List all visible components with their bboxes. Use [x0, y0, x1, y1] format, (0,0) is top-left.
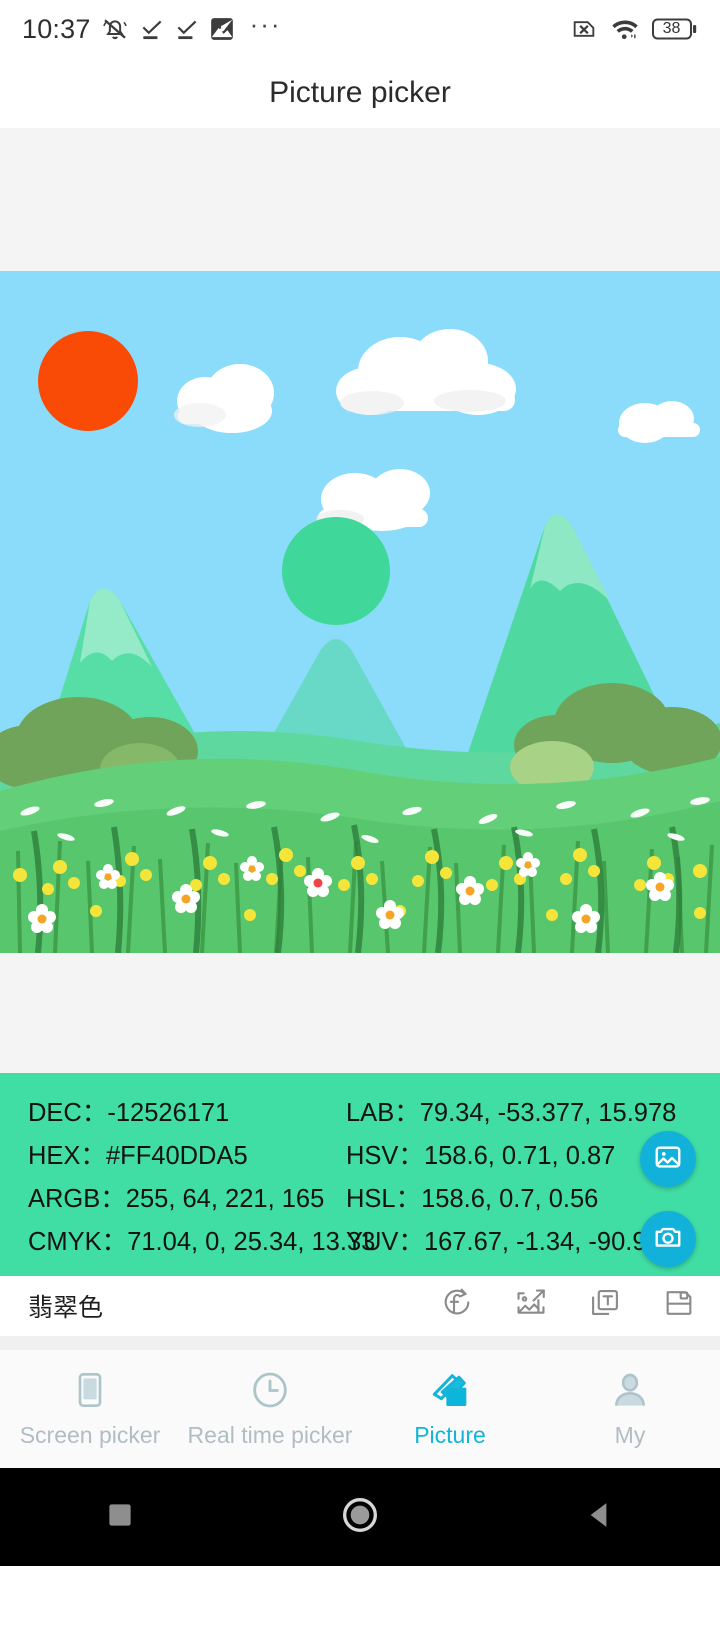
convert-color-button[interactable]	[438, 1287, 476, 1325]
camera-fab[interactable]	[640, 1211, 696, 1267]
tab-label-picture: Picture	[414, 1421, 486, 1448]
bell-mute-icon	[100, 14, 130, 44]
image-stage[interactable]	[0, 128, 720, 1073]
action-bar: 翡翠色	[0, 1276, 720, 1336]
color-field-lab: LAB： 79.34, -53.377, 15.978	[340, 1092, 676, 1129]
tab-my[interactable]: My	[540, 1350, 720, 1468]
tab-label-screen-picker: Screen picker	[19, 1421, 161, 1448]
image-export-icon	[514, 1286, 548, 1325]
hex-value: #FF40DDA5	[105, 1141, 248, 1170]
color-field-hsv: HSV： 158.6, 0.71, 0.87	[340, 1135, 615, 1172]
hex-label: HEX：	[28, 1141, 106, 1170]
tab-picture[interactable]: Picture	[360, 1350, 540, 1468]
phone-screen-icon	[70, 1370, 110, 1415]
check-underline-icon	[139, 16, 165, 42]
person-icon	[610, 1370, 650, 1415]
page-title: Picture picker	[269, 76, 451, 109]
hsv-label: HSV：	[346, 1141, 424, 1170]
wifi-icon	[610, 14, 640, 44]
color-field-argb: ARGB： 255, 64, 221, 165	[0, 1178, 340, 1215]
color-field-hsl: HSL： 158.6, 0.7, 0.56	[340, 1178, 598, 1215]
check-underline-icon	[174, 16, 200, 42]
no-sim-icon	[570, 15, 598, 43]
system-navigation-bar	[0, 1468, 720, 1566]
dec-value: -12526171	[107, 1098, 230, 1127]
back-button[interactable]	[540, 1498, 660, 1537]
hsv-value: 158.6, 0.71, 0.87	[423, 1141, 616, 1170]
color-info-panel: DEC： -12526171 LAB： 79.34, -53.377, 15.9…	[0, 1073, 720, 1276]
color-field-yuv: YUV： 167.67, -1.34, -90.95	[340, 1221, 661, 1258]
status-bar-left: 10:37 ···	[22, 11, 282, 47]
status-clock: 10:37	[22, 13, 91, 44]
cmyk-label: CMYK：	[28, 1227, 128, 1256]
cmyk-value: 71.04, 0, 25.34, 13.33	[127, 1227, 376, 1256]
save-button[interactable]	[660, 1287, 698, 1325]
pick-image-fab[interactable]	[640, 1131, 696, 1187]
clock-icon	[250, 1370, 290, 1415]
status-bar-right: 38	[570, 14, 698, 44]
more-dots-icon: ···	[249, 9, 282, 39]
section-divider	[0, 1336, 720, 1350]
battery-icon: 38	[652, 16, 698, 42]
color-field-dec: DEC： -12526171	[0, 1092, 340, 1129]
image-icon	[653, 1142, 683, 1177]
lab-value: 79.34, -53.377, 15.978	[419, 1098, 677, 1127]
camera-icon	[653, 1222, 683, 1257]
color-field-cmyk: CMYK： 71.04, 0, 25.34, 13.33	[0, 1221, 375, 1258]
battery-level-text: 38	[662, 20, 681, 37]
color-field-hex: HEX： #FF40DDA5	[0, 1135, 340, 1172]
hsl-label: HSL：	[346, 1184, 422, 1213]
circle-f-refresh-icon	[440, 1286, 474, 1325]
copy-text-button[interactable]	[586, 1287, 624, 1325]
yuv-label: YUV：	[346, 1227, 424, 1256]
status-bar: 10:37 ··· 38	[0, 0, 720, 58]
floppy-save-icon	[662, 1286, 696, 1325]
tab-screen-picker[interactable]: Screen picker	[0, 1350, 180, 1468]
dec-label: DEC：	[28, 1098, 108, 1127]
title-bar: Picture picker	[0, 58, 720, 128]
tab-real-time-picker[interactable]: Real time picker	[180, 1350, 360, 1468]
triangle-back-icon	[583, 1498, 617, 1537]
color-row-argb-hsl: ARGB： 255, 64, 221, 165 HSL： 158.6, 0.7,…	[0, 1175, 720, 1218]
action-bar-icons	[438, 1287, 698, 1325]
argb-value: 255, 64, 221, 165	[125, 1184, 325, 1213]
yuv-value: 167.67, -1.34, -90.95	[423, 1227, 661, 1256]
color-row-hex-hsv: HEX： #FF40DDA5 HSV： 158.6, 0.71, 0.87	[0, 1132, 720, 1175]
lab-label: LAB：	[346, 1098, 420, 1127]
recents-button[interactable]	[60, 1498, 180, 1537]
image-download-icon	[209, 16, 235, 42]
tab-label-my: My	[614, 1421, 646, 1448]
copy-text-icon	[588, 1286, 622, 1325]
bottom-navigation: Screen picker Real time picker Picture M…	[0, 1350, 720, 1468]
export-image-button[interactable]	[512, 1287, 550, 1325]
hsl-value: 158.6, 0.7, 0.56	[421, 1184, 599, 1213]
square-icon	[103, 1498, 137, 1537]
selected-picture[interactable]	[0, 271, 720, 953]
circle-icon	[340, 1495, 380, 1540]
argb-label: ARGB：	[28, 1184, 126, 1213]
color-row-dec-lab: DEC： -12526171 LAB： 79.34, -53.377, 15.9…	[0, 1089, 720, 1132]
home-button[interactable]	[300, 1495, 420, 1540]
app-root: 10:37 ··· 38 Picture picker DEC： -125261…	[0, 0, 720, 1650]
color-name-label: 翡翠色	[28, 1292, 104, 1322]
color-row-cmyk-yuv: CMYK： 71.04, 0, 25.34, 13.33 YUV： 167.67…	[0, 1218, 720, 1261]
tab-label-real-time-picker: Real time picker	[187, 1421, 353, 1448]
pictures-stack-icon	[428, 1370, 472, 1415]
